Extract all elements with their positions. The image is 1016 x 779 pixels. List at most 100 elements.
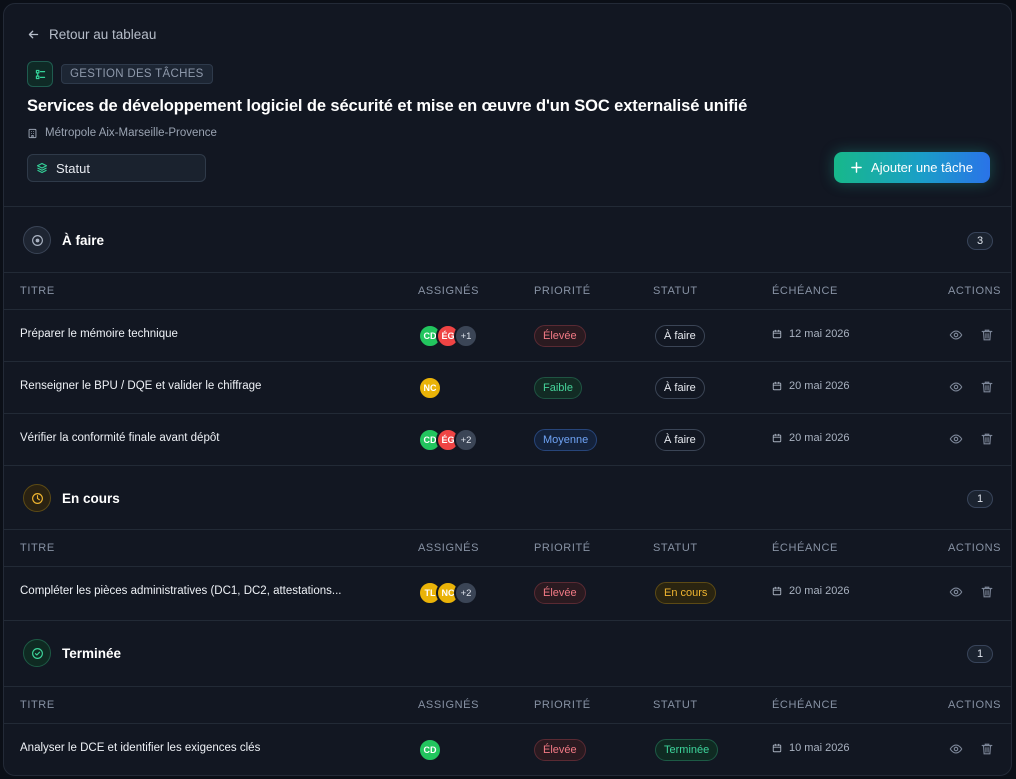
check-circle-icon: [23, 639, 51, 667]
trash-icon[interactable]: [980, 742, 994, 756]
col-priority: PRIORITÉ: [534, 285, 591, 297]
page-title: Services de développement logiciel de sé…: [27, 97, 748, 115]
section-title: En cours: [62, 491, 120, 506]
task-title: Vérifier la conformité finale avant dépô…: [20, 432, 220, 444]
trash-icon[interactable]: [980, 328, 994, 342]
status-badge: À faire: [655, 377, 705, 399]
status-badge: Terminée: [655, 739, 719, 761]
col-priority: PRIORITÉ: [534, 699, 591, 711]
assignees: CD ÉG +1: [418, 324, 478, 348]
assignees: CD ÉG +2: [418, 428, 478, 452]
calendar-icon: [772, 743, 782, 753]
col-actions: ACTIONS: [948, 699, 1002, 711]
due-date: 20 mai 2026: [772, 585, 850, 597]
col-due: ÉCHÉANCE: [772, 542, 838, 554]
arrow-left-icon: [28, 30, 39, 39]
priority-badge: Élevée: [534, 739, 586, 761]
due-date-label: 20 mai 2026: [789, 380, 850, 392]
col-title: TITRE: [20, 285, 55, 297]
status-badge: À faire: [655, 429, 705, 451]
plus-icon: [851, 162, 862, 173]
clock-icon: [23, 484, 51, 512]
status-badge: En cours: [655, 582, 717, 604]
col-due: ÉCHÉANCE: [772, 699, 838, 711]
task-title: Renseigner le BPU / DQE et valider le ch…: [20, 380, 262, 392]
section-header[interactable]: En cours 1: [4, 465, 1011, 529]
priority-badge: Élevée: [534, 325, 586, 347]
task-title: Analyser le DCE et identifier les exigen…: [20, 742, 261, 754]
back-link-label: Retour au tableau: [49, 27, 157, 42]
table-row[interactable]: Renseigner le BPU / DQE et valider le ch…: [4, 361, 1011, 413]
module-tag: GESTION DES TÂCHES: [61, 64, 213, 84]
table-row[interactable]: Vérifier la conformité finale avant dépô…: [4, 413, 1011, 465]
organization: Métropole Aix-Marseille-Provence: [27, 127, 217, 139]
organization-name: Métropole Aix-Marseille-Provence: [45, 127, 217, 139]
col-title: TITRE: [20, 542, 55, 554]
table-row[interactable]: Analyser le DCE et identifier les exigen…: [4, 723, 1011, 775]
due-date: 20 mai 2026: [772, 380, 850, 392]
assignees: CD: [418, 738, 442, 762]
col-assignees: ASSIGNÉS: [418, 542, 480, 554]
calendar-icon: [772, 586, 782, 596]
col-assignees: ASSIGNÉS: [418, 285, 480, 297]
eye-icon[interactable]: [949, 328, 963, 342]
eye-icon[interactable]: [949, 380, 963, 394]
table-header: TITRE ASSIGNÉS PRIORITÉ STATUT ÉCHÉANCE …: [4, 529, 1011, 566]
calendar-icon: [772, 381, 782, 391]
assignees: NC: [418, 376, 442, 400]
assignees: TL NC +2: [418, 581, 478, 605]
section-header[interactable]: Terminée 1: [4, 620, 1011, 686]
eye-icon[interactable]: [949, 585, 963, 599]
add-task-label: Ajouter une tâche: [871, 160, 973, 175]
add-task-button[interactable]: Ajouter une tâche: [834, 152, 990, 183]
trash-icon[interactable]: [980, 585, 994, 599]
page-header: Retour au tableau GESTION DES TÂCHES Ser…: [4, 4, 1011, 206]
table-header: TITRE ASSIGNÉS PRIORITÉ STATUT ÉCHÉANCE …: [4, 272, 1011, 309]
avatar-more: +2: [454, 428, 478, 452]
col-due: ÉCHÉANCE: [772, 285, 838, 297]
priority-badge: Moyenne: [534, 429, 598, 451]
building-icon: [28, 128, 37, 138]
eye-icon[interactable]: [949, 432, 963, 446]
section-title: Terminée: [62, 646, 122, 661]
calendar-icon: [772, 433, 782, 443]
table-row[interactable]: Préparer le mémoire technique CD ÉG +1 É…: [4, 309, 1011, 361]
trash-icon[interactable]: [980, 432, 994, 446]
avatar-more: +2: [454, 581, 478, 605]
layers-icon: [36, 162, 48, 174]
col-status: STATUT: [653, 542, 698, 554]
status-badge: À faire: [655, 325, 705, 347]
avatar: NC: [418, 376, 442, 400]
module-row: GESTION DES TÂCHES: [27, 61, 213, 87]
due-date-label: 12 mai 2026: [789, 328, 850, 340]
section-count: 1: [967, 645, 993, 663]
col-actions: ACTIONS: [948, 285, 1002, 297]
section-count: 1: [967, 490, 993, 508]
avatar: CD: [418, 738, 442, 762]
section-header[interactable]: À faire 3: [4, 206, 1011, 272]
back-link[interactable]: Retour au tableau: [27, 27, 156, 42]
eye-icon[interactable]: [949, 742, 963, 756]
due-date: 20 mai 2026: [772, 432, 850, 444]
due-date-label: 20 mai 2026: [789, 585, 850, 597]
col-status: STATUT: [653, 285, 698, 297]
task-board: Retour au tableau GESTION DES TÂCHES Ser…: [3, 3, 1012, 776]
table-row[interactable]: Compléter les pièces administratives (DC…: [4, 566, 1011, 618]
due-date-label: 20 mai 2026: [789, 432, 850, 444]
section-count: 3: [967, 232, 993, 250]
col-priority: PRIORITÉ: [534, 542, 591, 554]
status-filter[interactable]: Statut: [27, 154, 206, 182]
section-in-progress: En cours 1 TITRE ASSIGNÉS PRIORITÉ STATU…: [4, 465, 1011, 618]
tasks-icon: [27, 61, 53, 87]
priority-badge: Faible: [534, 377, 582, 399]
col-assignees: ASSIGNÉS: [418, 699, 480, 711]
circle-dot-icon: [23, 226, 51, 254]
section-todo: À faire 3 TITRE ASSIGNÉS PRIORITÉ STATUT…: [4, 206, 1011, 465]
due-date: 10 mai 2026: [772, 742, 850, 754]
avatar-more: +1: [454, 324, 478, 348]
calendar-icon: [772, 329, 782, 339]
section-title: À faire: [62, 233, 105, 248]
col-title: TITRE: [20, 699, 55, 711]
trash-icon[interactable]: [980, 380, 994, 394]
task-title: Préparer le mémoire technique: [20, 328, 178, 340]
